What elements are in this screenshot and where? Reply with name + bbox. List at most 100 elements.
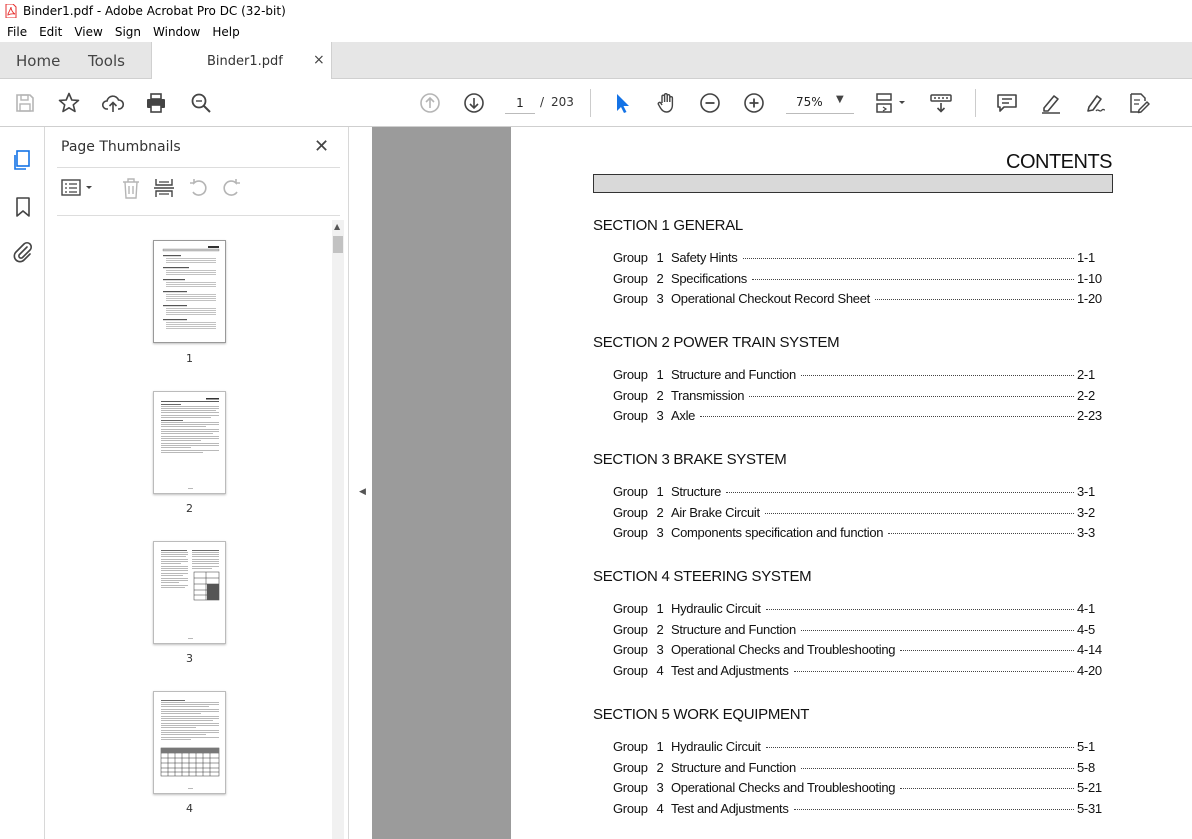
toc-entry[interactable]: Group 1 Safety Hints 1-1: [613, 250, 1103, 266]
toc-group-label: Group: [613, 484, 648, 499]
toc-entry[interactable]: Group 2 Specifications 1-10: [613, 271, 1103, 287]
hand-icon[interactable]: [654, 91, 678, 115]
bookmark-icon[interactable]: [11, 195, 35, 219]
next-page-icon[interactable]: [462, 91, 486, 115]
toc-group-number: 2: [656, 270, 664, 286]
zoom-dropdown[interactable]: 75% ▼: [786, 92, 854, 114]
toc-group-label: Group: [613, 291, 648, 307]
toc-page-number: 1-20: [1077, 291, 1102, 307]
toc-group-number: 3: [656, 780, 664, 796]
tab-home[interactable]: Home: [16, 52, 60, 70]
toc-entry[interactable]: Group 3 Operational Checkout Record Sheet 1…: [613, 291, 1103, 307]
section-title: SECTION 4 STEERING SYSTEM: [593, 568, 812, 585]
toc-entry-title: Air Brake Circuit: [671, 504, 760, 520]
toc-entry[interactable]: Group 2 Structure and Function 5-8: [613, 760, 1103, 776]
page-thumbnail-4[interactable]: [153, 691, 226, 794]
toc-group-label: Group: [613, 367, 648, 382]
toc-dot-leader: [700, 416, 1074, 418]
rotate-right-icon[interactable]: [221, 177, 243, 199]
toc-page-number: 5-21: [1077, 780, 1102, 796]
toc-page-number: 3-1: [1077, 484, 1095, 499]
save-icon[interactable]: [13, 91, 37, 115]
thumbnail-preview: [161, 398, 219, 489]
tab-tools[interactable]: Tools: [88, 52, 125, 70]
toc-entry[interactable]: Group 1 Structure 3-1: [613, 484, 1103, 500]
toc-page-number: 2-23: [1077, 408, 1102, 424]
comment-icon[interactable]: [995, 91, 1019, 115]
toc-entry[interactable]: Group 4 Test and Adjustments 4-20: [613, 663, 1103, 679]
sign-icon[interactable]: [1083, 91, 1107, 115]
toc-entry-title: Operational Checkout Record Sheet: [671, 291, 870, 307]
toc-group-label: Group: [613, 270, 648, 286]
toc-group-label: Group: [613, 250, 648, 265]
select-cursor-icon[interactable]: [610, 91, 634, 115]
toc-entry-title: Components specification and function: [671, 525, 884, 541]
toc-entry[interactable]: Group 3 Operational Checks and Troubleshoo…: [613, 642, 1103, 658]
page-total: 203: [551, 95, 574, 109]
toc-group-number: 1: [656, 367, 664, 382]
toc-entry[interactable]: Group 2 Structure and Function 4-5: [613, 622, 1103, 638]
document-viewer[interactable]: CONTENTS SECTION 1 GENERAL Group 1 Safety H…: [372, 127, 1192, 839]
toolbar-divider: [975, 89, 976, 117]
toc-entry[interactable]: Group 2 Air Brake Circuit 3-2: [613, 505, 1103, 521]
delete-icon[interactable]: [120, 177, 142, 199]
toc-entry[interactable]: Group 1 Hydraulic Circuit 4-1: [613, 601, 1103, 617]
tab-bar: Home Tools Binder1.pdf ×: [0, 42, 1192, 80]
menu-file[interactable]: File: [0, 22, 33, 42]
toc-entry-title: Transmission: [671, 387, 745, 403]
toc-group-number: 2: [656, 387, 664, 403]
toc-entry[interactable]: Group 4 Test and Adjustments 5-31: [613, 801, 1103, 817]
edit-pdf-icon[interactable]: [1127, 91, 1151, 115]
page-thumbnail-3[interactable]: [153, 541, 226, 644]
zoom-in-icon[interactable]: [742, 91, 766, 115]
scroll-mode-icon[interactable]: [929, 91, 953, 115]
tab-document[interactable]: Binder1.pdf ×: [151, 42, 332, 80]
zoom-search-icon[interactable]: [189, 91, 213, 115]
toc-dot-leader: [800, 375, 1074, 376]
toc-entry[interactable]: Group 3 Axle 2-23: [613, 408, 1103, 424]
menu-window[interactable]: Window: [147, 22, 206, 42]
page-thumbnail-2[interactable]: [153, 391, 226, 494]
page-number-input[interactable]: [505, 92, 535, 114]
toc-entry-title: Hydraulic Circuit: [671, 601, 761, 616]
star-icon[interactable]: [57, 91, 81, 115]
options-menu-icon[interactable]: [61, 177, 97, 199]
extract-pages-icon[interactable]: [153, 177, 175, 199]
toc-entry[interactable]: Group 3 Components specification and funct…: [613, 525, 1103, 541]
close-icon[interactable]: ✕: [314, 136, 329, 157]
highlight-icon[interactable]: [1039, 91, 1063, 115]
prev-page-icon[interactable]: [418, 91, 442, 115]
toc-group-label: Group: [613, 504, 648, 520]
menu-sign[interactable]: Sign: [109, 22, 147, 42]
navigation-rail: [0, 127, 45, 839]
collapse-panel-icon[interactable]: ◀: [359, 487, 366, 497]
window-title: Binder1.pdf - Adobe Acrobat Pro DC (32-b…: [23, 4, 286, 18]
page-thumbnail-1[interactable]: [153, 240, 226, 343]
menu-help[interactable]: Help: [206, 22, 245, 42]
attachment-icon[interactable]: [11, 240, 35, 264]
scrollbar-thumb[interactable]: [333, 236, 343, 253]
tab-document-label: Binder1.pdf: [207, 54, 283, 69]
panel-splitter[interactable]: ◀: [348, 127, 372, 839]
page-display-icon[interactable]: [874, 91, 910, 115]
print-icon[interactable]: [144, 91, 168, 115]
toc-entry[interactable]: Group 1 Hydraulic Circuit 5-1: [613, 739, 1103, 755]
menu-view[interactable]: View: [68, 22, 108, 42]
toc-page-number: 1-1: [1077, 250, 1095, 265]
thumbnail-scrollbar[interactable]: ▲: [332, 220, 344, 839]
toc-entry[interactable]: Group 3 Operational Checks and Troubleshoo…: [613, 780, 1103, 796]
toc-group-label: Group: [613, 601, 648, 616]
upload-cloud-icon[interactable]: [101, 91, 125, 115]
section-title: SECTION 2 POWER TRAIN SYSTEM: [593, 334, 840, 351]
menu-edit[interactable]: Edit: [33, 22, 68, 42]
rotate-left-icon[interactable]: [187, 177, 209, 199]
toc-dot-leader: [793, 671, 1074, 673]
toc-group-number: 3: [656, 642, 664, 658]
zoom-out-icon[interactable]: [698, 91, 722, 115]
toc-entry[interactable]: Group 2 Transmission 2-2: [613, 388, 1103, 404]
page-thumbnails-icon[interactable]: [11, 148, 35, 172]
toc-entry[interactable]: Group 1 Structure and Function 2-1: [613, 367, 1103, 383]
tab-close-icon[interactable]: ×: [313, 52, 325, 68]
section-title: SECTION 5 WORK EQUIPMENT: [593, 706, 810, 723]
scroll-up-icon[interactable]: ▲: [334, 222, 340, 231]
